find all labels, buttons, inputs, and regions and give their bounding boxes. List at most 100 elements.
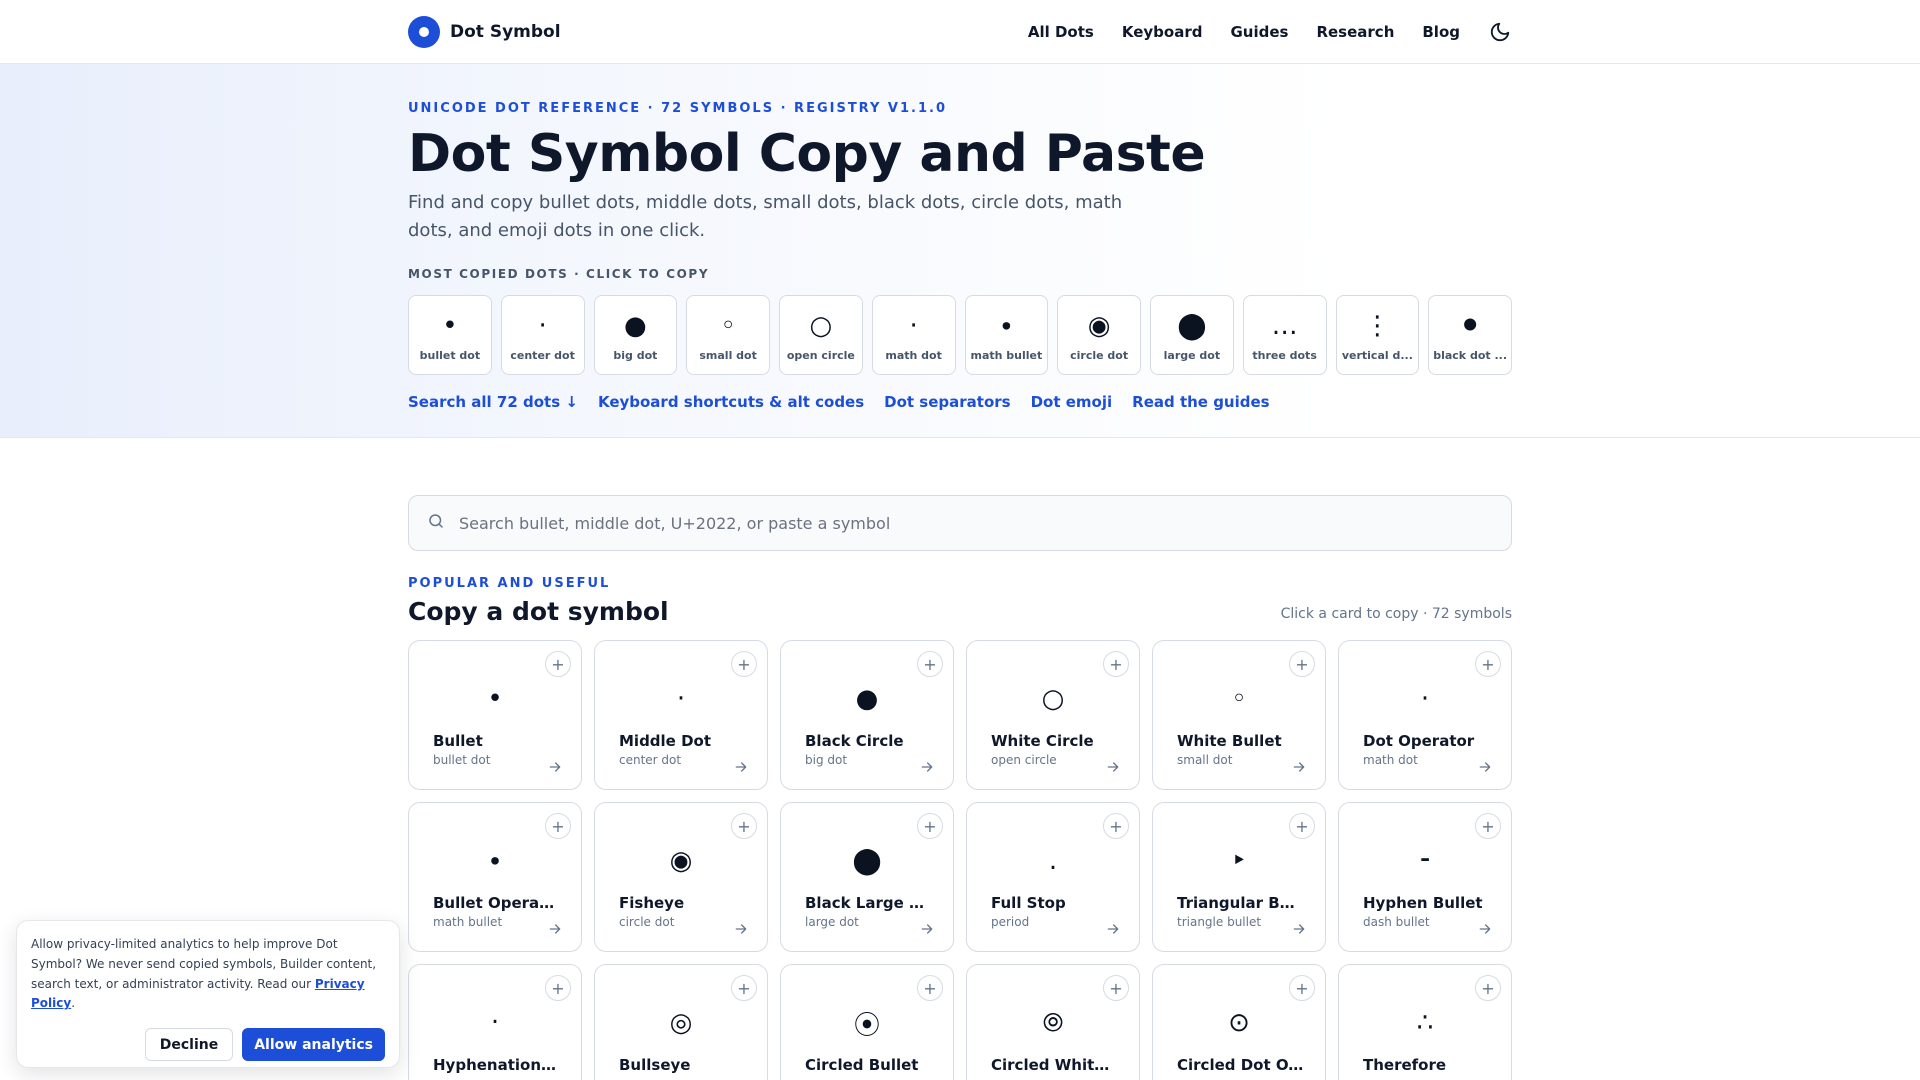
nav-research[interactable]: Research <box>1316 23 1394 41</box>
symbol-card[interactable]: + ‧ Hyphenation ... <box>408 964 582 1080</box>
symbol-glyph: ⁃ <box>1418 846 1432 876</box>
symbol-card[interactable]: + ⋅ Dot Operator math dot <box>1338 640 1512 790</box>
quick-copy-glyph: ∙ <box>998 310 1015 341</box>
plus-icon[interactable]: + <box>1475 813 1501 839</box>
quick-copy-glyph: ⬤ <box>1177 310 1207 341</box>
quick-copy-label: big dot <box>613 348 658 362</box>
arrow-right-icon[interactable] <box>1291 921 1307 937</box>
arrow-right-icon[interactable] <box>1291 759 1307 775</box>
search-box[interactable] <box>408 495 1512 551</box>
quick-copy-math-bullet[interactable]: ∙ math bullet <box>964 294 1049 375</box>
hero-subtitle: Find and copy bullet dots, middle dots, … <box>408 192 1123 242</box>
symbol-card[interactable]: + ⁃ Hyphen Bullet dash bullet <box>1338 802 1512 952</box>
plus-icon[interactable]: + <box>545 813 571 839</box>
symbol-card[interactable]: + ● Black Circle big dot <box>780 640 954 790</box>
nav-all-dots[interactable]: All Dots <box>1028 23 1094 41</box>
quick-copy-label: math bullet <box>970 348 1043 362</box>
quick-copy-glyph: ⋮ <box>1364 310 1391 341</box>
symbol-card[interactable]: + ◎ Bullseye <box>594 964 768 1080</box>
quick-copy-bullet-dot[interactable]: • bullet dot <box>408 294 492 375</box>
most-copied-list: • bullet dot · center dot ● big dot ◦ small dot… <box>408 294 1512 375</box>
nav-blog[interactable]: Blog <box>1422 23 1460 41</box>
link-search-all[interactable]: Search all 72 dots ↓ <box>408 393 578 411</box>
brand-name: Dot Symbol <box>450 22 561 42</box>
symbol-card[interactable]: + · Middle Dot center dot <box>594 640 768 790</box>
symbol-glyph: ◦ <box>1231 684 1247 714</box>
moon-icon[interactable] <box>1488 20 1512 44</box>
quick-copy-label: large dot <box>1163 348 1221 362</box>
quick-copy-small-dot[interactable]: ◦ small dot <box>686 294 770 375</box>
symbol-card[interactable]: + ◉ Fisheye circle dot <box>594 802 768 952</box>
arrow-right-icon[interactable] <box>1477 759 1493 775</box>
plus-icon[interactable]: + <box>1103 975 1129 1001</box>
symbol-card[interactable]: + ⦾ Circled White... <box>966 964 1140 1080</box>
symbol-card[interactable]: + ∙ Bullet Operator math bullet <box>408 802 582 952</box>
plus-icon[interactable]: + <box>1475 651 1501 677</box>
symbol-name: Bullet Operator <box>433 894 561 912</box>
quick-copy-math-dot[interactable]: ⋅ math dot <box>871 294 956 375</box>
link-dot-emoji[interactable]: Dot emoji <box>1031 393 1113 411</box>
cookie-banner: Allow privacy-limited analytics to help … <box>16 920 400 1068</box>
symbol-glyph: · <box>676 684 686 714</box>
symbol-alias: dash bullet <box>1363 915 1430 929</box>
symbol-card[interactable]: + • Bullet bullet dot <box>408 640 582 790</box>
link-read-guides[interactable]: Read the guides <box>1132 393 1269 411</box>
plus-icon[interactable]: + <box>545 975 571 1001</box>
decline-button[interactable]: Decline <box>144 1028 234 1062</box>
arrow-right-icon[interactable] <box>919 921 935 937</box>
plus-icon[interactable]: + <box>917 975 943 1001</box>
nav-guides[interactable]: Guides <box>1230 23 1288 41</box>
plus-icon[interactable]: + <box>731 975 757 1001</box>
symbol-card[interactable]: + ◦ White Bullet small dot <box>1152 640 1326 790</box>
plus-icon[interactable]: + <box>917 813 943 839</box>
arrow-right-icon[interactable] <box>1477 921 1493 937</box>
plus-icon[interactable]: + <box>545 651 571 677</box>
quick-copy-open-circle[interactable]: ○ open circle <box>779 294 863 375</box>
quick-copy-vertical-d[interactable]: ⋮ vertical d... <box>1335 294 1420 375</box>
quick-copy-label: bullet dot <box>419 348 481 362</box>
arrow-right-icon[interactable] <box>547 921 563 937</box>
plus-icon[interactable]: + <box>1103 813 1129 839</box>
quick-copy-big-dot[interactable]: ● big dot <box>593 294 678 375</box>
hero-links: Search all 72 dots ↓ Keyboard shortcuts … <box>408 393 1512 411</box>
symbol-card[interactable]: +. Full Stop period <box>966 802 1140 952</box>
symbol-glyph: ● <box>855 684 879 714</box>
symbol-card[interactable]: + ⬤ Black Large C... large dot <box>780 802 954 952</box>
quick-copy-center-dot[interactable]: · center dot <box>500 294 585 375</box>
symbol-card[interactable]: + ○ White Circle open circle <box>966 640 1140 790</box>
plus-icon[interactable]: + <box>731 813 757 839</box>
plus-icon[interactable]: + <box>731 651 757 677</box>
arrow-right-icon[interactable] <box>733 921 749 937</box>
nav-keyboard[interactable]: Keyboard <box>1122 23 1203 41</box>
link-dot-separators[interactable]: Dot separators <box>884 393 1010 411</box>
symbol-card[interactable]: + ⦿ Circled Bullet <box>780 964 954 1080</box>
symbol-alias: bullet dot <box>433 753 491 767</box>
allow-analytics-button[interactable]: Allow analytics <box>242 1028 385 1062</box>
quick-copy-circle-dot[interactable]: ◉ circle dot <box>1057 294 1141 375</box>
plus-icon[interactable]: + <box>1103 651 1129 677</box>
symbol-card[interactable]: + ‣ Triangular Bu... triangle bullet <box>1152 802 1326 952</box>
plus-icon[interactable]: + <box>917 651 943 677</box>
hero-section: UNICODE DOT REFERENCE · 72 SYMBOLS · REG… <box>0 64 1920 438</box>
brand-link[interactable]: Dot Symbol <box>408 16 561 48</box>
plus-icon[interactable]: + <box>1475 975 1501 1001</box>
quick-copy-black-dot[interactable]: ⚫ black dot ... <box>1428 294 1512 375</box>
link-keyboard-shortcuts[interactable]: Keyboard shortcuts & alt codes <box>598 393 864 411</box>
arrow-right-icon[interactable] <box>1105 759 1121 775</box>
arrow-right-icon[interactable] <box>547 759 563 775</box>
search-input[interactable] <box>459 513 1493 533</box>
symbol-glyph: ⬤ <box>852 846 882 876</box>
symbol-alias: open circle <box>991 753 1057 767</box>
symbol-name: Circled White... <box>991 1056 1119 1074</box>
symbol-card[interactable]: + ⊙ Circled Dot O... <box>1152 964 1326 1080</box>
quick-copy-three-dots[interactable]: … three dots <box>1242 294 1327 375</box>
quick-copy-large-dot[interactable]: ⬤ large dot <box>1150 294 1234 375</box>
arrow-right-icon[interactable] <box>733 759 749 775</box>
arrow-right-icon[interactable] <box>919 759 935 775</box>
symbol-name: Bullet <box>433 732 483 750</box>
symbol-card[interactable]: + ∴ Therefore <box>1338 964 1512 1080</box>
arrow-right-icon[interactable] <box>1105 921 1121 937</box>
plus-icon[interactable]: + <box>1289 813 1315 839</box>
plus-icon[interactable]: + <box>1289 975 1315 1001</box>
plus-icon[interactable]: + <box>1289 651 1315 677</box>
